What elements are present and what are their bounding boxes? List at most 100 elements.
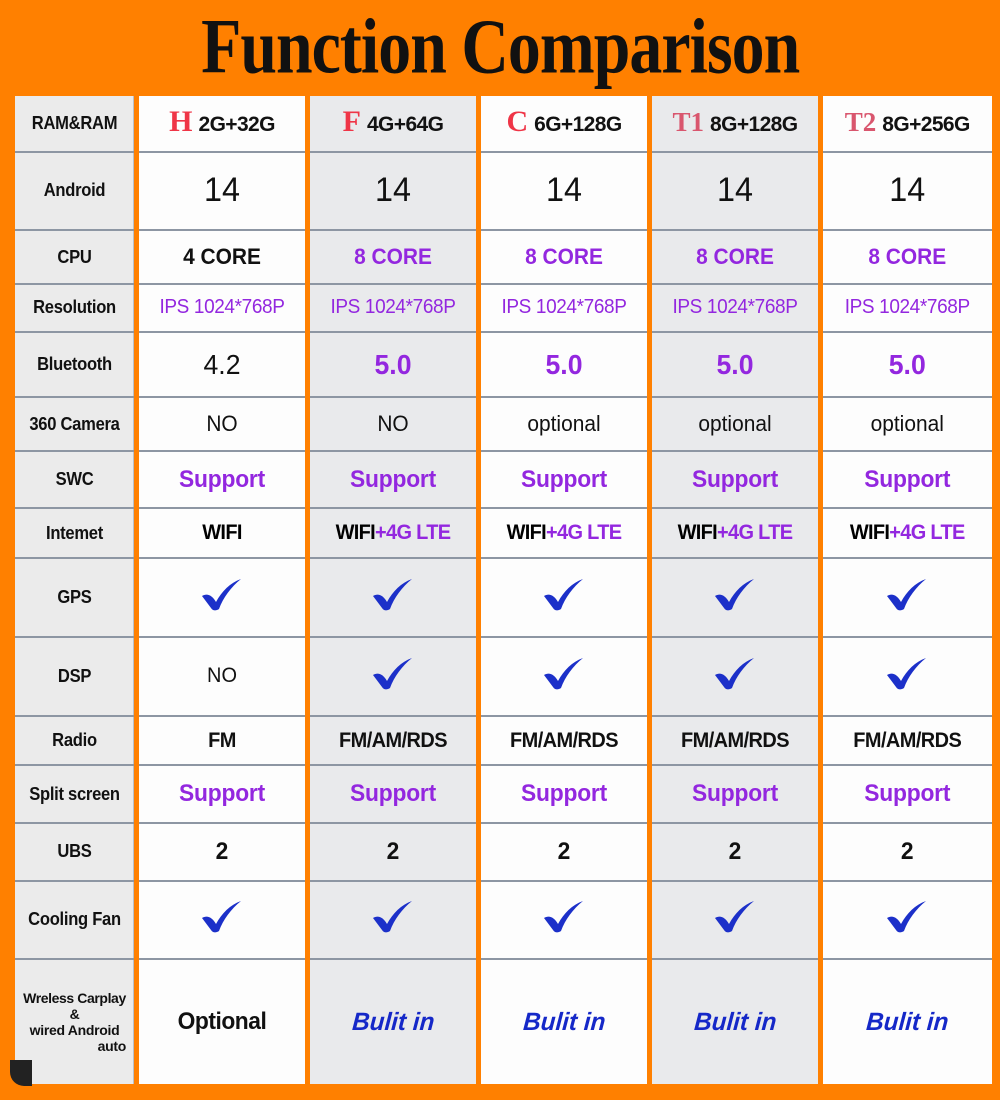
check-icon [200,578,244,612]
value-split-f: Support [349,780,437,808]
value-carplay-f: Bulit in [350,1007,436,1036]
cell-cpu-h: 4 CORE [134,229,308,284]
cell-carplay-c: Bulit in [476,958,650,1084]
value-res-f: IPS 1024*768P [330,296,456,319]
cell-swc-c: Support [476,449,650,509]
value-cam-c: optional [527,411,601,436]
check-icon [885,657,929,691]
cell-bt-f: 5.0 [305,330,479,398]
row-label-radio: Radio [10,714,137,766]
value-net-t2-base: WIFI [849,521,890,545]
row-label-internet-text: Intemet [46,522,103,543]
cell-android-h: 14 [134,150,308,231]
value-net-h-base: WIFI [202,521,242,545]
value-carplay-c: Bulit in [521,1007,607,1036]
value-radio-f: FM/AM/RDS [339,728,447,752]
value-bt-t2: 5.0 [888,348,926,380]
cell-dsp-c [476,635,650,716]
row-label-swc: SWC [10,449,137,509]
value-cam-f: NO [377,411,409,436]
check-icon [371,578,415,612]
row-label-android-text: Android [43,180,106,201]
cell-swc-h: Support [134,449,308,509]
header-cell-h: H 2G+32G [134,96,308,152]
value-radio-h: FM [208,728,236,752]
header-cell-t1: T1 8G+128G [647,96,821,152]
row-label-cooling-fan-text: Cooling Fan [28,909,121,930]
row-label-ram: RAM&RAM [10,96,137,152]
cell-carplay-f: Bulit in [305,958,479,1084]
cell-radio-h: FM [134,714,308,766]
cell-cam-f: NO [305,396,479,451]
model-mark-t2: T2 [844,107,877,138]
check-icon [542,578,586,612]
cell-res-t1: IPS 1024*768P [647,282,821,332]
table-row-dsp: DSP NO [10,635,992,716]
cell-radio-t2: FM/AM/RDS [818,714,992,766]
cell-res-t2: IPS 1024*768P [818,282,992,332]
cell-usb-c: 2 [476,822,650,881]
cell-usb-t2: 2 [818,822,992,881]
value-bt-c: 5.0 [545,348,583,380]
row-label-internet: Intemet [10,507,137,559]
value-swc-h: Support [178,465,266,493]
cell-net-h: WIFI [134,507,308,559]
model-spec-t2: 8G+256G [882,113,970,137]
check-icon [542,900,586,934]
cell-bt-h: 4.2 [134,330,308,398]
value-res-h: IPS 1024*768P [159,296,285,319]
model-spec-c: 6G+128G [534,113,622,137]
check-icon [200,900,244,934]
value-android-h: 14 [204,171,240,210]
cell-split-c: Support [476,764,650,824]
value-android-c: 14 [546,171,582,210]
cell-bt-c: 5.0 [476,330,650,398]
cell-fan-h [134,879,308,960]
table-row-android: Android 14 14 14 14 14 [10,150,992,231]
cell-cam-t1: optional [647,396,821,451]
row-label-cpu-text: CPU [57,246,92,267]
value-carplay-t1: Bulit in [692,1007,778,1036]
cell-dsp-f [305,635,479,716]
row-label-carplay-line3: wired Android [29,1022,120,1039]
model-spec-t1: 8G+128G [710,113,798,137]
value-carplay-h: Optional [177,1008,267,1036]
cell-bt-t1: 5.0 [647,330,821,398]
value-split-c: Support [520,780,608,808]
value-net-t2-ext: +4G LTE [889,521,965,545]
check-icon [885,578,929,612]
row-label-android: Android [10,150,137,231]
table-row-resolution: Resolution IPS 1024*768P IPS 1024*768P I… [10,282,992,332]
row-label-ram-text: RAM&RAM [31,112,118,133]
row-label-split-screen-text: Split screen [29,783,120,804]
row-label-camera360: 360 Camera [10,396,137,451]
value-bt-h: 4.2 [203,348,241,380]
value-swc-t2: Support [864,465,951,493]
value-android-t1: 14 [717,171,753,210]
cell-gps-t1 [647,557,821,637]
cell-split-t1: Support [647,764,821,824]
page-title: Function Comparison [200,4,800,91]
table-row-usb: UBS 2 2 2 2 2 [10,822,992,881]
value-radio-c: FM/AM/RDS [510,728,618,752]
table-row-carplay: Wreless Carplay & wired Android auto Opt… [10,958,992,1084]
model-mark-c: C [506,105,529,139]
table-row-internet: Intemet WIFI WIFI+4G LTE WIFI+4G LTE WIF… [10,507,992,559]
cell-swc-f: Support [305,449,479,509]
table-row-split-screen: Split screen Support Support Support Sup… [10,764,992,824]
value-carplay-t2: Bulit in [865,1007,950,1036]
value-split-t2: Support [864,780,951,808]
cell-split-f: Support [305,764,479,824]
value-radio-t1: FM/AM/RDS [681,728,789,752]
cell-net-f: WIFI+4G LTE [305,507,479,559]
model-mark-f: F [342,105,361,139]
cell-split-t2: Support [818,764,992,824]
cell-swc-t2: Support [818,449,992,509]
model-spec-f: 4G+64G [366,113,444,137]
cell-bt-t2: 5.0 [818,330,992,398]
value-usb-c: 2 [557,837,571,865]
value-net-t1-ext: +4G LTE [717,521,793,545]
row-label-camera360-text: 360 Camera [29,413,120,434]
cell-gps-h [134,557,308,637]
row-label-carplay-line4: auto [97,1038,127,1055]
